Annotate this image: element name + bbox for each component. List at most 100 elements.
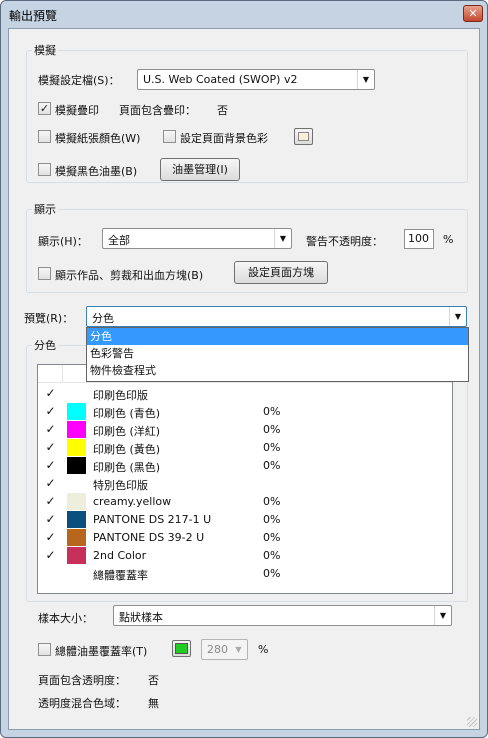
separation-percent: 0% bbox=[263, 459, 281, 472]
page-bg-color-label: 設定頁面背景色彩 bbox=[180, 132, 268, 145]
separation-name: 印刷色 (黑色) bbox=[93, 461, 161, 474]
resize-grip-icon[interactable] bbox=[467, 717, 477, 727]
separation-visibility-checkbox[interactable] bbox=[44, 567, 57, 580]
color-swatch bbox=[67, 439, 86, 456]
close-icon: ✕ bbox=[468, 7, 478, 20]
simulate-paper-color-label: 模擬紙張顏色(W) bbox=[55, 132, 141, 145]
coverage-color-button[interactable] bbox=[172, 640, 191, 657]
chevron-down-icon: ▼ bbox=[235, 645, 242, 654]
separation-visibility-checkbox[interactable]: ✓ bbox=[44, 477, 57, 490]
separation-percent: 0% bbox=[263, 567, 281, 580]
table-row[interactable]: ✓ 印刷色 (青色) 0% bbox=[38, 403, 452, 421]
table-row[interactable]: ✓ 印刷色 (洋紅) 0% bbox=[38, 421, 452, 439]
warning-opacity-unit: % bbox=[443, 233, 454, 246]
chevron-down-icon: ▼ bbox=[274, 229, 291, 248]
table-row[interactable]: ✓ 特別色印版 bbox=[38, 475, 452, 493]
sample-size-label: 樣本大小： bbox=[38, 612, 93, 625]
separation-name: 印刷色 (洋紅) bbox=[93, 425, 161, 438]
column-divider bbox=[62, 365, 63, 383]
page-overprint-label: 頁面包含疊印： bbox=[119, 104, 196, 117]
display-select[interactable]: 全部 ▼ bbox=[102, 228, 292, 249]
total-ink-coverage-label: 總體油墨覆蓋率(T) bbox=[55, 645, 148, 658]
separation-visibility-checkbox[interactable]: ✓ bbox=[44, 549, 57, 562]
separation-percent: 0% bbox=[263, 513, 281, 526]
set-page-boxes-button[interactable]: 設定頁面方塊 bbox=[234, 261, 328, 284]
profile-select[interactable]: U.S. Web Coated (SWOP) v2 ▼ bbox=[137, 69, 375, 90]
separation-visibility-checkbox[interactable]: ✓ bbox=[44, 459, 57, 472]
color-swatch bbox=[67, 511, 86, 528]
table-row[interactable]: ✓ 2nd Color 0% bbox=[38, 547, 452, 565]
separation-name: 印刷色 (青色) bbox=[93, 407, 161, 420]
preview-label: 預覽(R)： bbox=[24, 312, 74, 325]
simulate-paper-color-checkbox[interactable] bbox=[38, 130, 51, 143]
warning-opacity-label: 警告不透明度： bbox=[306, 235, 383, 248]
ink-manager-button[interactable]: 油墨管理(I) bbox=[160, 158, 240, 181]
separation-visibility-checkbox[interactable]: ✓ bbox=[44, 387, 57, 400]
separation-visibility-checkbox[interactable]: ✓ bbox=[44, 513, 57, 526]
color-swatch bbox=[67, 403, 86, 420]
simulate-overprint-label: 模擬疊印 bbox=[55, 104, 99, 117]
show-art-trim-bleed-label: 顯示作品、剪裁和出血方塊(B) bbox=[55, 269, 204, 282]
simulate-overprint-checkbox[interactable]: ✓ bbox=[38, 102, 51, 115]
color-swatch bbox=[67, 457, 86, 474]
simulation-group-label: 模擬 bbox=[32, 42, 58, 58]
window-title: 輸出預覽 bbox=[9, 9, 58, 23]
profile-label: 模擬設定檔(S)： bbox=[38, 74, 120, 87]
separation-name: PANTONE DS 217-1 U bbox=[93, 513, 212, 526]
coverage-value-select[interactable]: 280 ▼ bbox=[201, 639, 248, 660]
separation-visibility-checkbox[interactable]: ✓ bbox=[44, 423, 57, 436]
table-row[interactable]: ✓ 印刷色 (黑色) 0% bbox=[38, 457, 452, 475]
separation-percent: 0% bbox=[263, 495, 281, 508]
separation-visibility-checkbox[interactable]: ✓ bbox=[44, 531, 57, 544]
coverage-value: 280 bbox=[207, 643, 228, 656]
total-ink-coverage-checkbox[interactable] bbox=[38, 643, 51, 656]
color-swatch bbox=[67, 529, 86, 546]
separation-visibility-checkbox[interactable]: ✓ bbox=[44, 495, 57, 508]
table-row[interactable]: ✓ PANTONE DS 39-2 U 0% bbox=[38, 529, 452, 547]
preview-option-object-inspector[interactable]: 物件檢查程式 bbox=[87, 362, 468, 379]
separation-visibility-checkbox[interactable]: ✓ bbox=[44, 405, 57, 418]
separations-table: ✓ 印刷色印版 ✓ 印刷色 (青色) 0% ✓ 印刷色 (洋紅) 0% ✓ 印刷色 (黃色) 0% ✓… bbox=[37, 364, 453, 594]
sample-size-value: 點狀樣本 bbox=[119, 611, 163, 624]
warning-opacity-input[interactable]: 100 bbox=[404, 229, 434, 249]
color-swatch bbox=[67, 493, 86, 510]
preview-option-separations[interactable]: 分色 bbox=[87, 328, 468, 345]
preview-options-list: 分色 色彩警告 物件檢查程式 bbox=[86, 327, 469, 382]
table-row[interactable]: ✓ 印刷色 (黃色) 0% bbox=[38, 439, 452, 457]
show-art-trim-bleed-checkbox[interactable] bbox=[38, 267, 51, 280]
profile-value: U.S. Web Coated (SWOP) v2 bbox=[143, 73, 298, 86]
separation-percent: 0% bbox=[263, 441, 281, 454]
preview-value: 分色 bbox=[92, 312, 114, 325]
page-bg-color-swatch-button[interactable] bbox=[294, 128, 313, 145]
title-bar[interactable]: 輸出預覽 ✕ bbox=[1, 1, 487, 27]
separation-name: 總體覆蓋率 bbox=[93, 569, 148, 582]
separation-name: 特別色印版 bbox=[93, 479, 148, 492]
page-bg-color-checkbox[interactable] bbox=[163, 130, 176, 143]
simulate-black-ink-label: 模擬黑色油墨(B) bbox=[55, 165, 138, 178]
chevron-down-icon: ▼ bbox=[357, 70, 374, 89]
coverage-unit: % bbox=[258, 643, 269, 656]
separation-name: 2nd Color bbox=[93, 549, 147, 562]
simulate-black-ink-checkbox[interactable] bbox=[38, 163, 51, 176]
separation-visibility-checkbox[interactable]: ✓ bbox=[44, 441, 57, 454]
dialog-body: 模擬 模擬設定檔(S)： U.S. Web Coated (SWOP) v2 ▼… bbox=[8, 28, 480, 730]
separation-name: creamy.yellow bbox=[93, 495, 172, 508]
close-button[interactable]: ✕ bbox=[463, 5, 483, 22]
table-row[interactable]: 總體覆蓋率 0% bbox=[38, 565, 452, 583]
page-transparency-value: 否 bbox=[148, 674, 159, 687]
table-row[interactable]: ✓ PANTONE DS 217-1 U 0% bbox=[38, 511, 452, 529]
display-label: 顯示(H)： bbox=[38, 235, 88, 248]
preview-option-color-warnings[interactable]: 色彩警告 bbox=[87, 345, 468, 362]
sample-size-select[interactable]: 點狀樣本 ▼ bbox=[113, 605, 452, 626]
chevron-down-icon: ▼ bbox=[434, 606, 451, 625]
color-swatch bbox=[67, 547, 86, 564]
preview-select[interactable]: 分色 ▼ bbox=[86, 306, 467, 327]
separation-name: 印刷色 (黃色) bbox=[93, 443, 161, 456]
color-swatch-icon bbox=[175, 643, 188, 654]
separation-percent: 0% bbox=[263, 423, 281, 436]
separations-group-label: 分色 bbox=[32, 337, 58, 353]
table-row[interactable]: ✓ 印刷色印版 bbox=[38, 385, 452, 403]
chevron-down-icon: ▼ bbox=[449, 307, 466, 326]
table-row[interactable]: ✓ creamy.yellow 0% bbox=[38, 493, 452, 511]
separation-percent: 0% bbox=[263, 549, 281, 562]
